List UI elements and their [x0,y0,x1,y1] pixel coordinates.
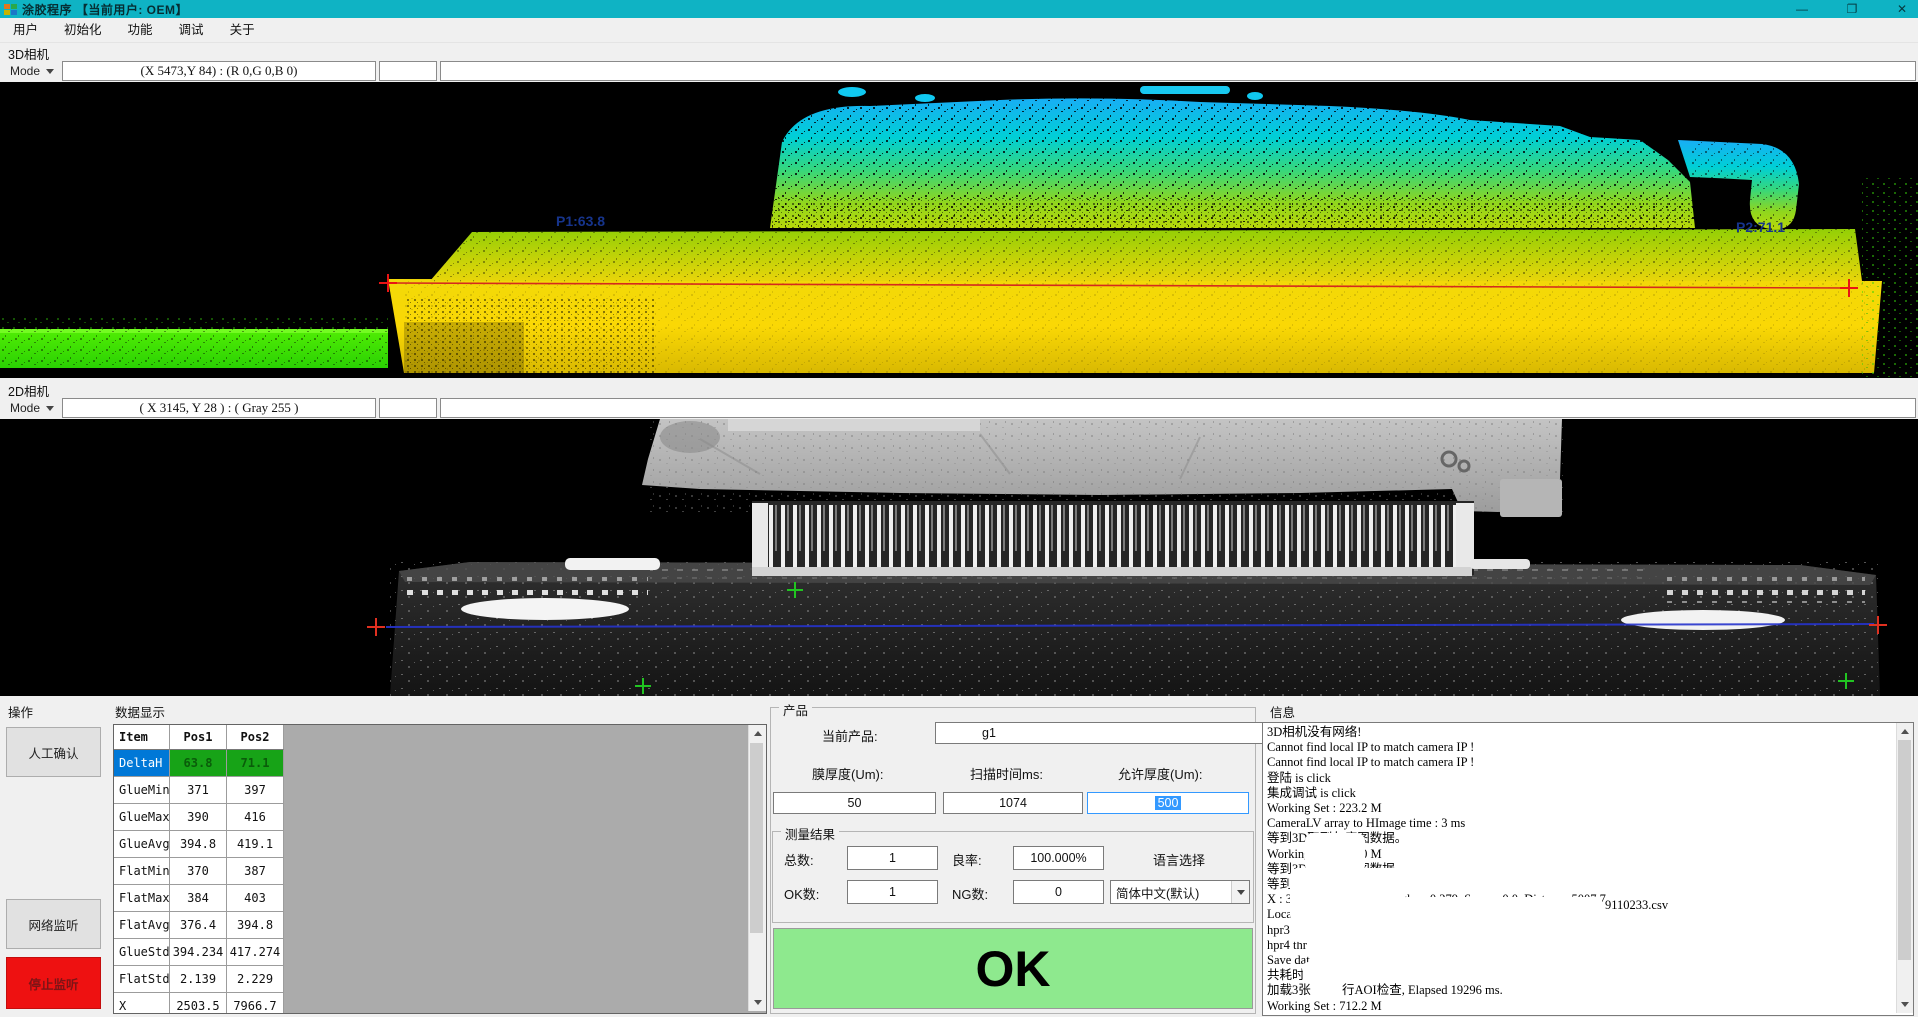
yield-label: 良率: [952,850,982,869]
camera2d-pixel-readout: ( X 3145, Y 28 ) : ( Gray 255 ) [62,398,376,418]
table-header: Item Pos1 Pos2 [114,725,284,750]
grayscale-2d-render [0,419,1918,696]
stop-listen-button[interactable]: 停止监听 [6,957,101,1009]
log-line: 登陆 is click [1263,771,1913,786]
ng-count-field[interactable]: 0 [1013,880,1104,904]
data-display-title: 数据显示 [115,702,165,721]
redaction-blob [1291,918,1411,942]
log-line: CameraLV array to HImage time : 3 ms [1263,816,1913,831]
table-row[interactable]: FlatMax384403 [114,885,284,912]
p1-measurement-label: P1:63.8 [556,213,605,229]
menu-bar: 用户 初始化 功能 调试 关于 [0,18,1918,43]
film-thickness-field[interactable]: 50 [773,792,936,814]
camera3d-status-cell2 [440,61,1916,81]
scroll-down-icon[interactable] [754,1000,762,1005]
yield-field[interactable]: 100.000% [1013,846,1104,870]
scan-time-field[interactable]: 1074 [943,792,1083,814]
redaction-blob [1305,833,1365,873]
log-line: 加载3张 行AOI检查, Elapsed 19296 ms. [1263,983,1913,998]
camera3d-image-view[interactable]: P1:63.8 P2:71.1 [0,82,1918,378]
table-row[interactable]: GlueMax390416 [114,804,284,831]
menu-initialize[interactable]: 初始化 [51,18,115,42]
log-line: Save dat [1263,953,1913,968]
result-status-banner: OK [773,928,1253,1009]
p2-measurement-label: P2:71.1 [1736,219,1785,235]
log-line: Cannot find local IP to match camera IP … [1263,740,1913,755]
table-row[interactable]: FlatStd2.1392.229 [114,966,284,993]
results-groupbox: 测量结果 [772,831,1254,923]
total-field[interactable]: 1 [847,846,938,870]
operations-title: 操作 [8,702,33,721]
saved-csv-filename: 9110233.csv [1605,898,1668,913]
log-line: Cannot find local IP to match camera IP … [1263,755,1913,770]
info-title: 信息 [1270,702,1295,721]
menu-function[interactable]: 功能 [115,18,166,42]
chevron-down-icon [1237,890,1245,895]
film-thickness-label: 膜厚度(Um): [812,764,884,783]
table-row[interactable]: FlatMin370387 [114,858,284,885]
close-icon[interactable]: ✕ [1892,0,1912,18]
menu-about[interactable]: 关于 [217,18,268,42]
log-line: 集成调试 is click [1263,786,1913,801]
window-title: 涂胶程序 【当前用户: OEM】 [22,1,188,18]
language-select-combo[interactable]: 简体中文(默认) [1110,880,1250,904]
scroll-up-icon[interactable] [754,731,762,736]
maximize-icon[interactable]: ❐ [1842,0,1862,18]
camera2d-mode-bar: Mode ( X 3145, Y 28 ) : ( Gray 255 ) [0,397,1918,419]
current-product-label: 当前产品: [822,726,878,745]
redaction-blob [1290,868,1405,923]
camera3d-status-cell [379,61,437,81]
log-line: Working Set : 223.2 M [1263,801,1913,816]
log-line: 3D相机没有网络! [1263,725,1913,740]
app-icon [4,4,17,15]
table-scrollbar[interactable] [748,725,766,1011]
log-line: 共耗时 [1263,968,1913,983]
redaction-blob [1302,962,1324,975]
results-title: 测量结果 [781,824,839,843]
camera3d-mode-dropdown[interactable]: Mode [0,61,62,81]
total-label: 总数: [784,850,814,869]
menu-debug[interactable]: 调试 [166,18,217,42]
language-select-label: 语言选择 [1153,850,1205,869]
camera3d-pixel-readout: (X 5473,Y 84) : (R 0,G 0,B 0) [62,61,376,81]
table-row[interactable]: GlueMin371397 [114,777,284,804]
chevron-down-icon [46,406,54,411]
table-row[interactable]: GlueAvg394.8419.1 [114,831,284,858]
current-product-field[interactable]: g1 [935,722,1296,744]
camera2d-status-cell [379,398,437,418]
log-line: Working Set : 712.2 M [1263,999,1913,1014]
redaction-blob [938,724,982,741]
table-row[interactable]: X2503.57966.7 [114,993,284,1014]
redaction-blob [1398,897,1603,917]
chevron-down-icon [46,69,54,74]
allow-thickness-label: 允许厚度(Um): [1118,764,1203,783]
camera2d-image-view[interactable] [0,419,1918,696]
manual-confirm-button[interactable]: 人工确认 [6,727,101,777]
application-window: 涂胶程序 【当前用户: OEM】 — ❐ ✕ 用户 初始化 功能 调试 关于 3… [0,0,1918,1017]
camera2d-mode-dropdown[interactable]: Mode [0,398,62,418]
network-listen-button[interactable]: 网络监听 [6,899,101,949]
ok-count-field[interactable]: 1 [847,880,938,904]
ok-count-label: OK数: [784,884,819,903]
scan-time-label: 扫描时间ms: [970,764,1043,783]
data-grid[interactable]: Item Pos1 Pos2 DeltaH63.871.1 GlueMin371… [113,724,767,1014]
scroll-down-icon[interactable] [1901,1002,1909,1007]
camera3d-mode-bar: Mode (X 5473,Y 84) : (R 0,G 0,B 0) [0,60,1918,82]
minimize-icon[interactable]: — [1792,0,1812,18]
menu-user[interactable]: 用户 [0,18,51,42]
scrollbar-thumb[interactable] [1898,740,1911,960]
heightmap-3d-render: P1:63.8 P2:71.1 [0,82,1918,378]
ng-count-label: NG数: [952,884,988,903]
table-row[interactable]: GlueStd394.234417.274 [114,939,284,966]
info-scrollbar[interactable] [1896,723,1913,1013]
table-row[interactable]: DeltaH63.871.1 [114,750,284,777]
scroll-up-icon[interactable] [1901,729,1909,734]
table-row[interactable]: FlatAvg376.4394.8 [114,912,284,939]
title-bar[interactable]: 涂胶程序 【当前用户: OEM】 — ❐ ✕ [0,0,1918,18]
product-title: 产品 [779,700,812,719]
scrollbar-thumb[interactable] [750,743,763,933]
camera2d-status-cell2 [440,398,1916,418]
allow-thickness-field[interactable]: 500 [1087,792,1249,814]
